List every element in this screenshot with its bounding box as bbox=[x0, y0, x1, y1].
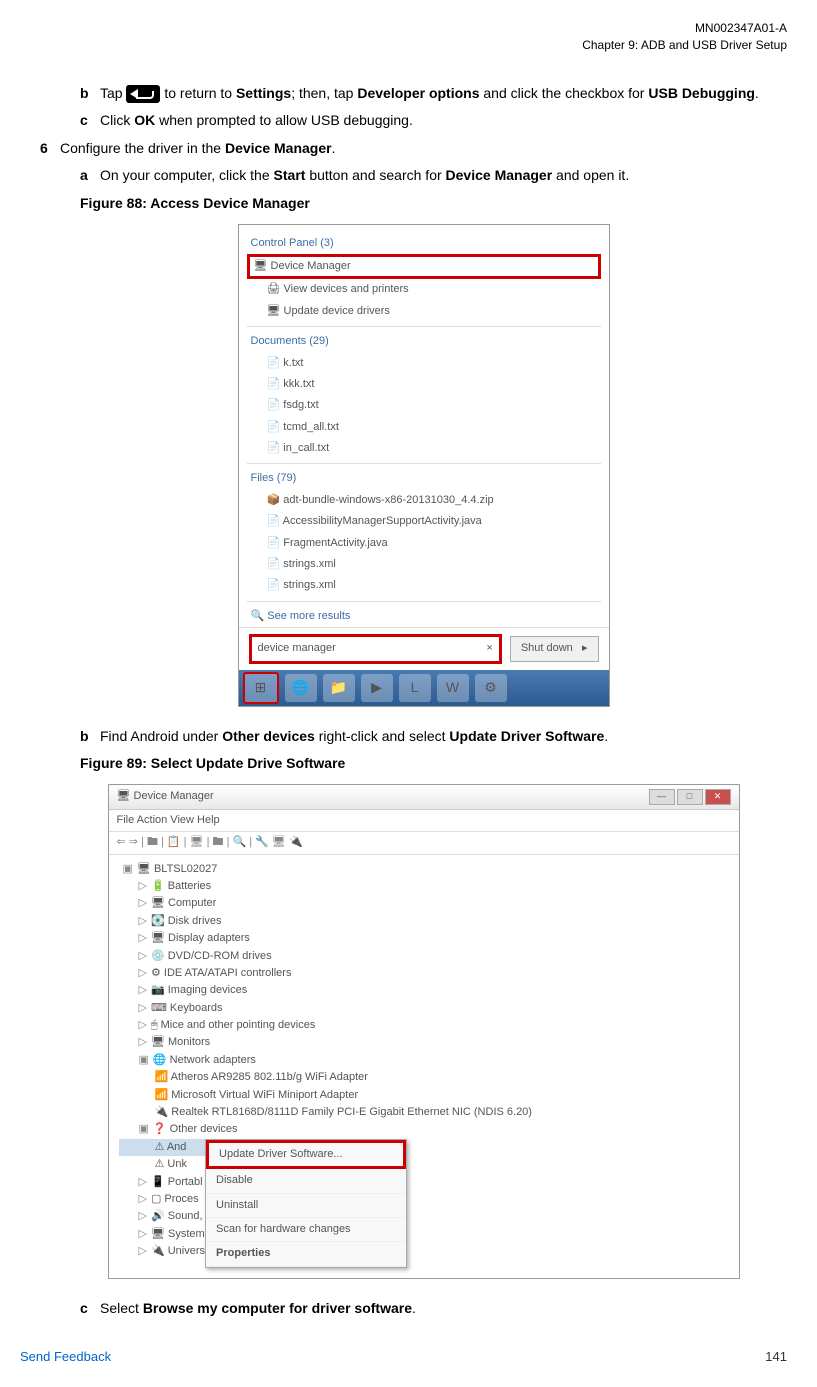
device-manager-highlight[interactable]: 🖥 Device Manager bbox=[247, 254, 601, 279]
clear-icon[interactable]: × bbox=[486, 641, 492, 656]
ctx-disable[interactable]: Disable bbox=[206, 1169, 406, 1193]
tree-item[interactable]: ▷▢ Proces bbox=[119, 1191, 206, 1208]
maximize-button[interactable]: □ bbox=[677, 789, 703, 805]
context-menu: Update Driver Software... Disable Uninst… bbox=[205, 1139, 407, 1268]
step-6a: a On your computer, click the Start butt… bbox=[80, 166, 787, 186]
figure-88-title: Figure 88: Access Device Manager bbox=[80, 194, 787, 214]
see-more-link[interactable]: 🔍 See more results bbox=[239, 606, 609, 627]
doc-item[interactable]: 📄 tcmd_all.txt bbox=[239, 417, 609, 438]
step-6b: b Find Android under Other devices right… bbox=[80, 727, 787, 747]
doc-id: MN002347A01-A bbox=[20, 20, 787, 37]
media-icon[interactable]: ▶ bbox=[361, 674, 393, 702]
back-icon bbox=[126, 85, 160, 103]
tree-item[interactable]: ▷🔋 Batteries bbox=[119, 878, 729, 895]
step-6-text: Configure the driver in the Device Manag… bbox=[60, 139, 787, 159]
page-header: MN002347A01-A Chapter 9: ADB and USB Dri… bbox=[20, 20, 787, 54]
tree-item[interactable]: ▷🖱 Mice and other pointing devices bbox=[119, 1017, 729, 1034]
tree-item[interactable]: ▷⚙ IDE ATA/ATAPI controllers bbox=[119, 965, 729, 982]
figure-89-title: Figure 89: Select Update Drive Software bbox=[80, 754, 787, 774]
doc-item[interactable]: 📄 k.txt bbox=[239, 353, 609, 374]
step-letter-c: c bbox=[80, 111, 100, 131]
tree-item-other[interactable]: ▣❓ Other devices bbox=[119, 1121, 729, 1138]
file-item[interactable]: 📄 FragmentActivity.java bbox=[239, 533, 609, 554]
step-6b-text: Find Android under Other devices right-c… bbox=[100, 727, 787, 747]
file-item[interactable]: 📄 strings.xml bbox=[239, 575, 609, 596]
tree-subitem[interactable]: ⚠ Unk bbox=[119, 1156, 206, 1173]
ctx-properties[interactable]: Properties bbox=[206, 1242, 406, 1266]
doc-item[interactable]: 📄 fsdg.txt bbox=[239, 395, 609, 416]
step-letter-b: b bbox=[80, 84, 100, 104]
file-item[interactable]: 📦 adt-bundle-windows-x86-20131030_4.4.zi… bbox=[239, 490, 609, 511]
ctx-uninstall[interactable]: Uninstall bbox=[206, 1194, 406, 1218]
send-feedback-link[interactable]: Send Feedback bbox=[20, 1348, 111, 1366]
step-b: b Tap to return to Settings; then, tap D… bbox=[80, 84, 787, 104]
step-letter-b2: b bbox=[80, 727, 100, 747]
main-content: b Tap to return to Settings; then, tap D… bbox=[60, 84, 787, 1319]
explorer-icon[interactable]: 📁 bbox=[323, 674, 355, 702]
window-buttons: — □ ✕ bbox=[649, 789, 731, 805]
page-number: 141 bbox=[765, 1348, 787, 1366]
search-input[interactable]: device manager × bbox=[249, 634, 502, 663]
chapter-title: Chapter 9: ADB and USB Driver Setup bbox=[20, 37, 787, 54]
taskbar: ⊞ 🌐 📁 ▶ L W ⚙ bbox=[239, 670, 609, 706]
step-letter-c2: c bbox=[80, 1299, 100, 1319]
screenshot-start-menu: Control Panel (3) 🖥 Device Manager 🖨 Vie… bbox=[238, 224, 610, 707]
tree-item[interactable]: ▷🖥 Computer bbox=[119, 895, 729, 912]
device-tree: ▣🖥 BLTSL02027 ▷🔋 Batteries ▷🖥 Computer ▷… bbox=[109, 855, 739, 1278]
window-titlebar: 🖥 Device Manager — □ ✕ bbox=[109, 785, 739, 810]
tree-subitem[interactable]: 📶 Atheros AR9285 802.11b/g WiFi Adapter bbox=[119, 1069, 729, 1086]
shutdown-button[interactable]: Shut down ▸ bbox=[510, 636, 599, 661]
files-section: Files (79) bbox=[239, 468, 609, 489]
tree-item[interactable]: ▷🔊 Sound, bbox=[119, 1208, 206, 1225]
tree-item[interactable]: ▷💿 DVD/CD-ROM drives bbox=[119, 948, 729, 965]
tree-item[interactable]: ▷🖥 System bbox=[119, 1226, 206, 1243]
tree-subitem[interactable]: 📶 Microsoft Virtual WiFi Miniport Adapte… bbox=[119, 1087, 729, 1104]
search-row: device manager × Shut down ▸ bbox=[239, 627, 609, 669]
tree-item[interactable]: ▷📷 Imaging devices bbox=[119, 982, 729, 999]
tree-item[interactable]: ▷💽 Disk drives bbox=[119, 913, 729, 930]
figure-88: Control Panel (3) 🖥 Device Manager 🖨 Vie… bbox=[60, 224, 787, 707]
app-icon[interactable]: ⚙ bbox=[475, 674, 507, 702]
doc-item[interactable]: 📄 in_call.txt bbox=[239, 438, 609, 459]
tree-subitem[interactable]: 🔌 Realtek RTL8168D/8111D Family PCI-E Gi… bbox=[119, 1104, 729, 1121]
page-footer: Send Feedback 141 bbox=[20, 1348, 787, 1366]
file-item[interactable]: 📄 AccessibilityManagerSupportActivity.ja… bbox=[239, 511, 609, 532]
step-6c: c Select Browse my computer for driver s… bbox=[80, 1299, 787, 1319]
menu-bar[interactable]: File Action View Help bbox=[109, 810, 739, 832]
step-number-6: 6 bbox=[40, 139, 60, 159]
docs-section: Documents (29) bbox=[239, 331, 609, 352]
step-6c-text: Select Browse my computer for driver sof… bbox=[100, 1299, 787, 1319]
step-c-text: Click OK when prompted to allow USB debu… bbox=[100, 111, 787, 131]
step-6: 6 Configure the driver in the Device Man… bbox=[60, 139, 787, 159]
cp-item[interactable]: 🖥 Update device drivers bbox=[239, 301, 609, 322]
cp-section: Control Panel (3) bbox=[239, 233, 609, 254]
file-item[interactable]: 📄 strings.xml bbox=[239, 554, 609, 575]
ie-icon[interactable]: 🌐 bbox=[285, 674, 317, 702]
tree-item[interactable]: ▷🖥 Display adapters bbox=[119, 930, 729, 947]
word-icon[interactable]: W bbox=[437, 674, 469, 702]
ctx-update-driver[interactable]: Update Driver Software... bbox=[206, 1140, 406, 1169]
tree-root[interactable]: ▣🖥 BLTSL02027 bbox=[119, 861, 729, 878]
tree-item[interactable]: ▷🖥 Monitors bbox=[119, 1034, 729, 1051]
close-button[interactable]: ✕ bbox=[705, 789, 731, 805]
cp-item[interactable]: 🖨 View devices and printers bbox=[239, 279, 609, 300]
app-icon[interactable]: L bbox=[399, 674, 431, 702]
step-b-text: Tap to return to Settings; then, tap Dev… bbox=[100, 84, 787, 104]
tree-item[interactable]: ▷🔌 Univers bbox=[119, 1243, 206, 1260]
ctx-scan[interactable]: Scan for hardware changes bbox=[206, 1218, 406, 1242]
step-letter-a: a bbox=[80, 166, 100, 186]
start-button-icon[interactable]: ⊞ bbox=[243, 672, 279, 704]
minimize-button[interactable]: — bbox=[649, 789, 675, 805]
tree-subitem-android[interactable]: ⚠ And bbox=[119, 1139, 206, 1156]
screenshot-device-manager: 🖥 Device Manager — □ ✕ File Action View … bbox=[108, 784, 740, 1279]
toolbar[interactable]: ⇐ ⇒ | 🖿 | 📋 | 🖥 | 🖿 | 🔍 | 🔧 🖥 🔌 bbox=[109, 832, 739, 854]
step-6a-text: On your computer, click the Start button… bbox=[100, 166, 787, 186]
figure-89: 🖥 Device Manager — □ ✕ File Action View … bbox=[60, 784, 787, 1279]
tree-item[interactable]: ▷⌨ Keyboards bbox=[119, 1000, 729, 1017]
tree-item[interactable]: ▣🌐 Network adapters bbox=[119, 1052, 729, 1069]
doc-item[interactable]: 📄 kkk.txt bbox=[239, 374, 609, 395]
step-c: c Click OK when prompted to allow USB de… bbox=[80, 111, 787, 131]
tree-item[interactable]: ▷📱 Portabl bbox=[119, 1174, 206, 1191]
